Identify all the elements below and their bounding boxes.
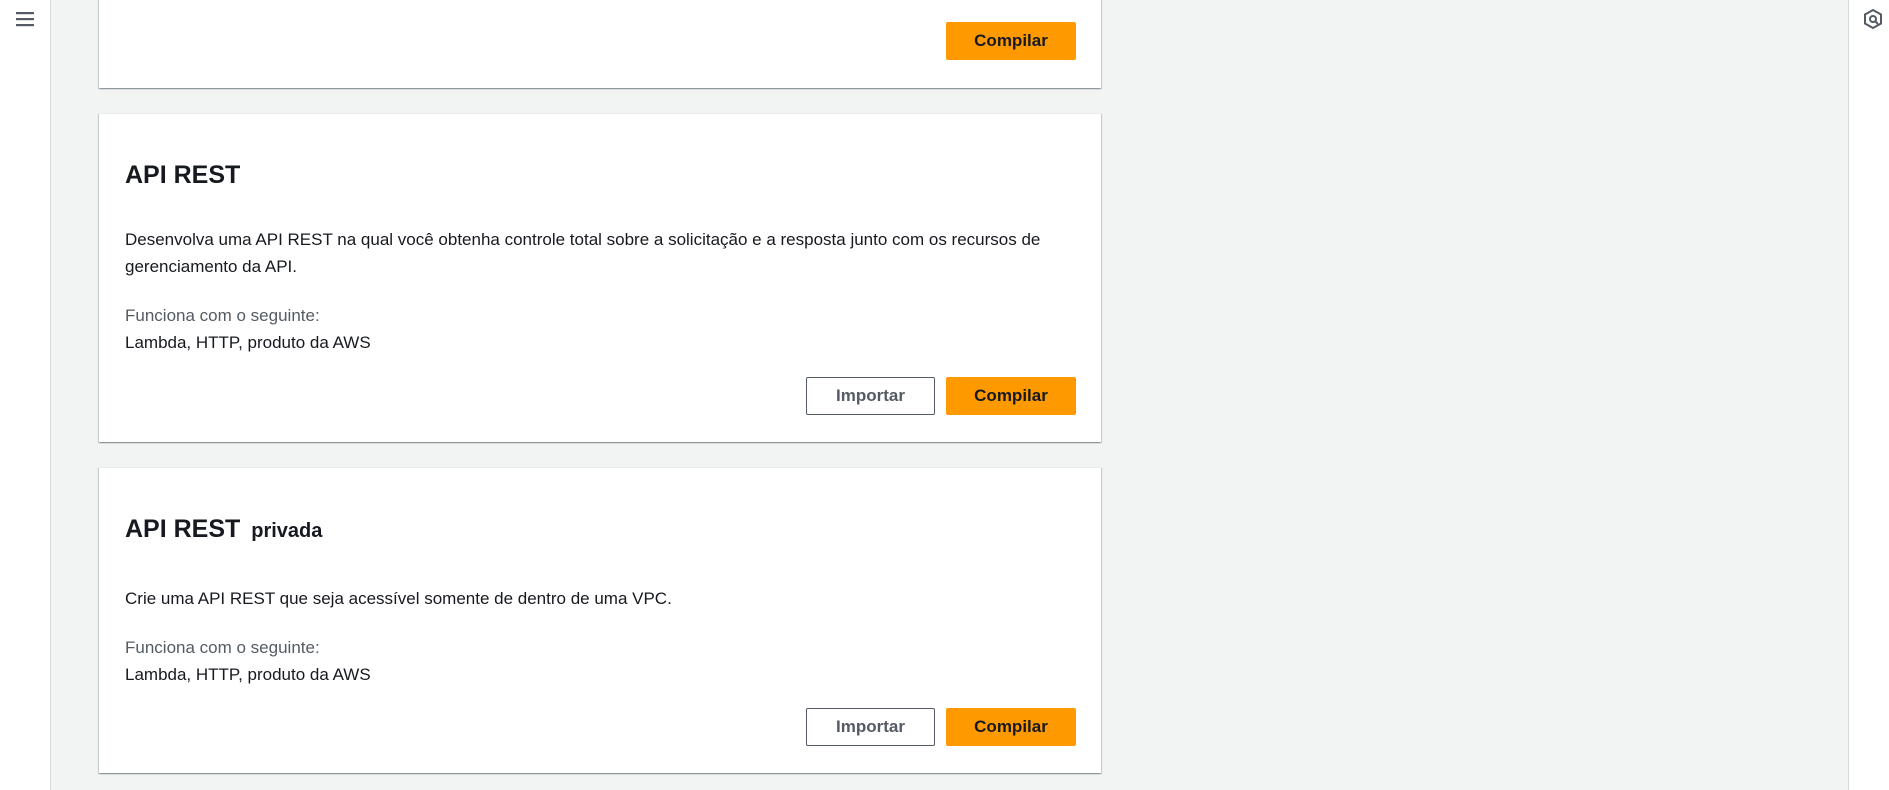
api-type-card-rest-private: API REST privada Crie uma API REST que s…: [99, 467, 1101, 773]
card-title-text: API REST: [125, 161, 241, 189]
navigation-rail: [0, 0, 51, 790]
import-button[interactable]: Importar: [806, 708, 935, 746]
card-title: API REST: [125, 161, 240, 190]
card-title-suffix: privada: [251, 520, 323, 542]
main-content: Compilar API REST Desenvolva uma API RES…: [51, 0, 1848, 790]
works-with-value: Lambda, HTTP, produto da AWS: [125, 333, 371, 352]
card-description: Crie uma API REST que seja acessível som…: [125, 589, 672, 608]
build-button[interactable]: Compilar: [946, 708, 1076, 746]
works-with-label: Funciona com o seguinte:: [125, 638, 320, 657]
import-button[interactable]: Importar: [806, 377, 935, 415]
hamburger-menu-icon[interactable]: [14, 8, 36, 30]
build-button[interactable]: Compilar: [946, 22, 1076, 60]
card-title-text: API REST: [125, 515, 241, 543]
works-with-label: Funciona com o seguinte:: [125, 306, 320, 325]
build-button[interactable]: Compilar: [946, 377, 1076, 415]
help-panel-icon[interactable]: [1862, 8, 1884, 30]
card-title: API REST privada: [125, 515, 322, 544]
api-type-card-rest: API REST Desenvolva uma API REST na qual…: [99, 113, 1101, 442]
api-type-card-top: Compilar: [99, 0, 1101, 88]
tools-rail: [1848, 0, 1889, 790]
works-with-value: Lambda, HTTP, produto da AWS: [125, 665, 371, 684]
card-description: Desenvolva uma API REST na qual você obt…: [125, 230, 1041, 276]
